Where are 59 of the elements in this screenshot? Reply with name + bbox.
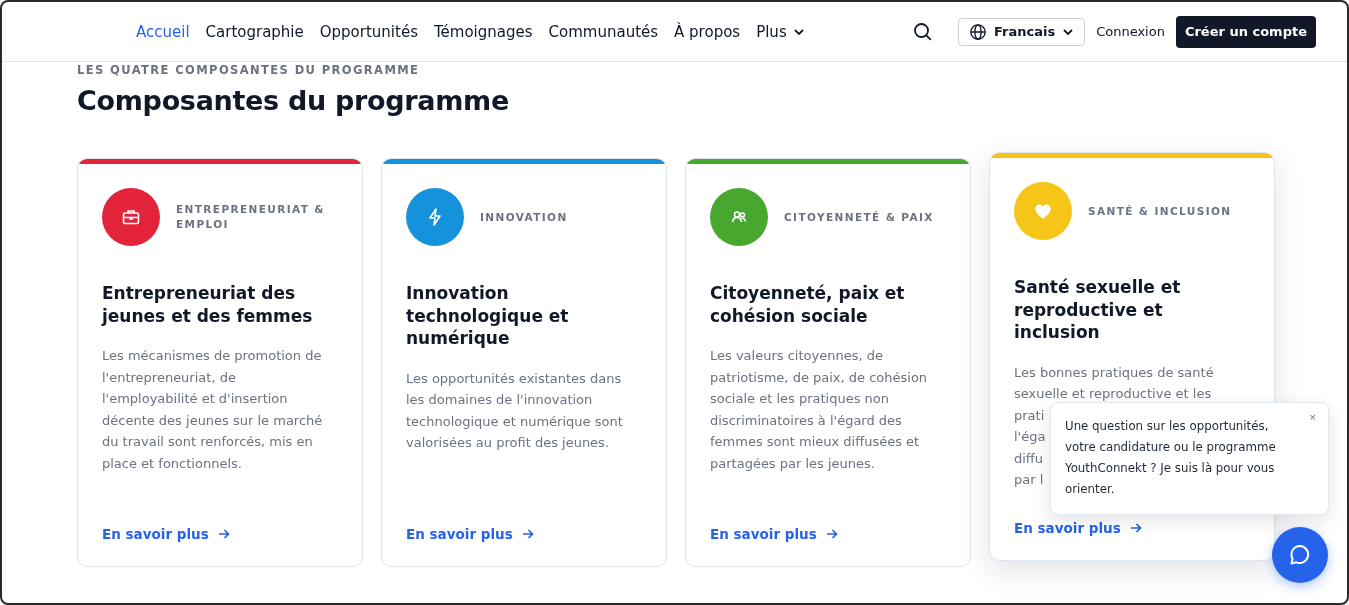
bolt-icon: [406, 188, 464, 246]
learn-more-link[interactable]: En savoir plus: [406, 526, 642, 542]
login-link[interactable]: Connexion: [1096, 24, 1165, 39]
description-line: prati: [1014, 406, 1045, 425]
nav-link[interactable]: Cartographie: [205, 22, 304, 41]
description-line: les domaines de l'innovation: [406, 391, 593, 410]
description-line: sexuelle et reproductive et les: [1014, 385, 1212, 404]
description-line: valorisées au profit des jeunes.: [406, 434, 610, 453]
description-line: l'employabilité et d'insertion: [102, 390, 288, 409]
card-title: Citoyenneté, paix et cohésion sociale: [710, 282, 906, 327]
nav-link[interactable]: Accueil: [136, 22, 190, 41]
nav-link[interactable]: À propos: [674, 22, 741, 41]
chat-button[interactable]: [1272, 527, 1328, 583]
card-title: Santé sexuelle et reproductive et inclusion: [1014, 276, 1182, 344]
chat-icon: [1288, 543, 1312, 567]
description-line: Les valeurs citoyennes, de: [710, 347, 883, 365]
arrow-icon: [824, 527, 839, 541]
arrow-icon: [520, 527, 535, 541]
description-line: Les opportunités existantes dans: [406, 369, 622, 388]
search-icon[interactable]: [912, 21, 933, 42]
more-menu[interactable]: Plus: [756, 22, 805, 41]
card-title: Innovation technologique et numérique: [406, 282, 570, 350]
description-line: du travail sont renforcés, mis en: [102, 433, 313, 452]
globe-icon: [968, 22, 987, 41]
description-line: Les mécanismes de promotion de: [102, 347, 322, 365]
nav-link[interactable]: Opportunités: [319, 22, 418, 41]
description-line: technologique et numérique sont: [406, 412, 623, 431]
description-line: place et fonctionnels.: [102, 454, 242, 473]
card-category: ENTREPRENEURIAT & EMPLOI: [176, 202, 325, 232]
card-category: INNOVATION: [480, 209, 568, 225]
description-line: décente des jeunes sur le marché: [102, 411, 323, 430]
description-line: femmes sont mieux diffusées et: [710, 433, 920, 452]
description-line: diffu: [1014, 449, 1044, 468]
description-line: discriminatoires à l'égard des: [710, 411, 902, 430]
section-title: Composantes du programme: [77, 85, 510, 116]
description-line: Les bonnes pratiques de santé: [1014, 363, 1214, 382]
learn-more-link[interactable]: En savoir plus: [710, 526, 946, 542]
nav-link[interactable]: Témoignages: [433, 22, 533, 41]
learn-more-link[interactable]: En savoir plus: [1014, 520, 1250, 536]
nav-link[interactable]: Communautés: [548, 22, 659, 41]
arrow-icon: [216, 527, 231, 541]
description-line: l'éga: [1014, 428, 1046, 447]
briefcase-icon: [102, 188, 160, 246]
close-button[interactable]: ×: [1309, 411, 1316, 423]
chat-message: Une question sur les opportunités, votre candidature ou le programme YouthConnekt ? Je suis là pour vous orienter.: [1065, 418, 1277, 498]
people-icon: [710, 188, 768, 246]
description-line: partagées par les jeunes.: [710, 454, 875, 473]
description-line: par l: [1014, 471, 1044, 490]
description-line: patriotisme, de paix, de cohésion: [710, 368, 928, 387]
card-category: SANTÉ & INCLUSION: [1088, 203, 1232, 219]
signup-button[interactable]: Créer un compte: [1175, 15, 1316, 48]
description-line: l'entrepreneuriat, de: [102, 368, 236, 387]
language-select[interactable]: Francais: [957, 17, 1086, 46]
section-eyebrow: LES QUATRE COMPOSANTES DU PROGRAMME: [77, 63, 421, 77]
card-category: CITOYENNETÉ & PAIX: [784, 209, 934, 225]
arrow-icon: [1128, 521, 1143, 535]
learn-more-link[interactable]: En savoir plus: [102, 526, 338, 542]
description-line: sociale et les pratiques non: [710, 390, 890, 409]
card-title: Entrepreneuriat des jeunes et des femmes: [102, 282, 314, 327]
